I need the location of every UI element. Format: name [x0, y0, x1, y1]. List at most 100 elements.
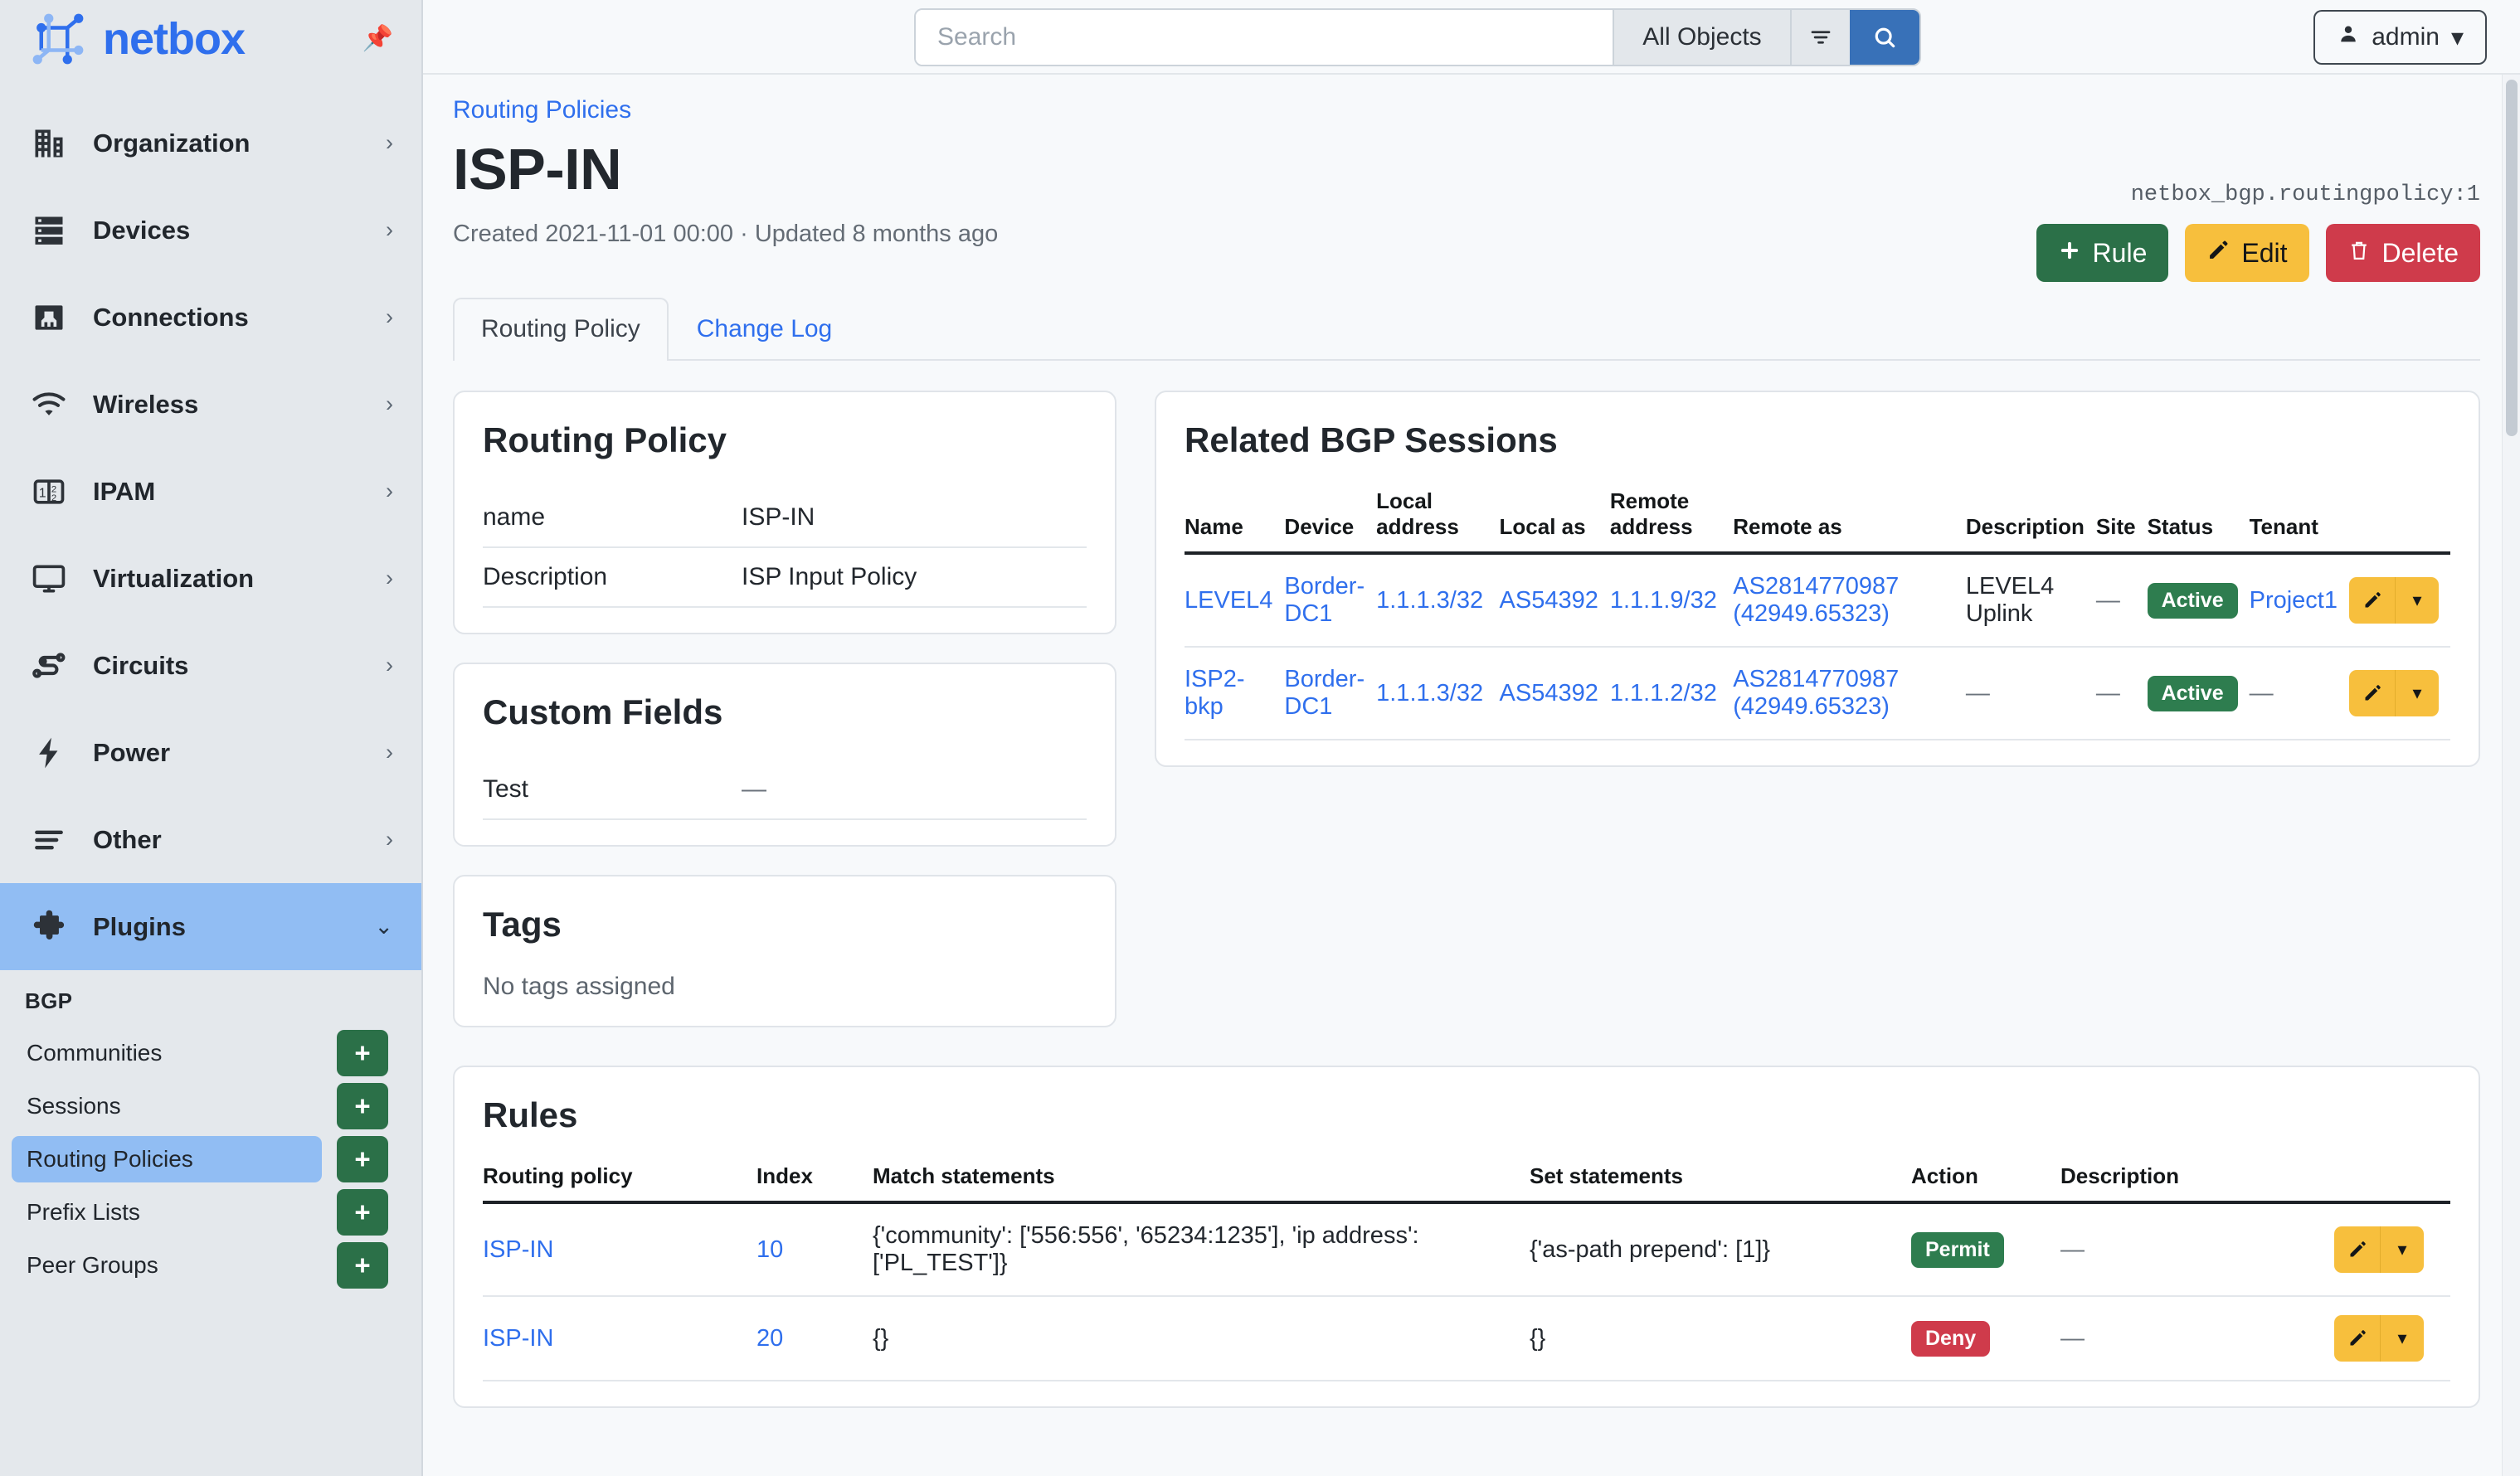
- sidebar-item-ipam[interactable]: 122 IPAM ›: [0, 448, 421, 535]
- row-menu-caret-icon[interactable]: ▾: [2381, 1226, 2424, 1273]
- sidebar-item-prefix-lists[interactable]: Prefix Lists: [12, 1189, 322, 1236]
- row-edit-button[interactable]: [2349, 577, 2396, 624]
- row-menu-caret-icon[interactable]: ▾: [2396, 670, 2439, 716]
- search-input[interactable]: [916, 10, 1613, 65]
- svg-text:2: 2: [51, 493, 56, 503]
- user-menu-button[interactable]: admin ▾: [2313, 10, 2487, 65]
- session-tenant-link[interactable]: Project1: [2250, 587, 2338, 614]
- column-header-name[interactable]: Name: [1185, 488, 1285, 555]
- sidebar-item-organization[interactable]: Organization ›: [0, 100, 421, 187]
- column-header-action[interactable]: Action: [1911, 1163, 2060, 1204]
- delete-button[interactable]: Delete: [2325, 224, 2480, 282]
- card-title: Routing Policy: [483, 420, 727, 459]
- search-icon[interactable]: [1850, 10, 1919, 65]
- sidebar-item-plugins[interactable]: Plugins ⌄: [0, 883, 421, 970]
- action-badge: Deny: [1911, 1320, 1991, 1357]
- sidebar-item-sessions[interactable]: Sessions: [12, 1083, 322, 1129]
- sidebar-item-connections[interactable]: Connections ›: [0, 274, 421, 361]
- column-header-local-address[interactable]: Local address: [1376, 488, 1500, 555]
- edit-button[interactable]: Edit: [2185, 224, 2309, 282]
- sidebar-item-power[interactable]: Power ›: [0, 709, 421, 796]
- card-title: Custom Fields: [483, 692, 723, 731]
- breadcrumb[interactable]: Routing Policies: [453, 96, 631, 124]
- session-name-link[interactable]: ISP2-bkp: [1185, 666, 1245, 720]
- column-header-site[interactable]: Site: [2095, 488, 2148, 555]
- page-content: Routing Policies netbox_bgp.routingpolic…: [423, 75, 2520, 1476]
- column-header-device[interactable]: Device: [1284, 488, 1377, 555]
- column-header-index[interactable]: Index: [756, 1163, 873, 1204]
- add-rule-button[interactable]: Rule: [2036, 224, 2169, 282]
- sidebar-item-communities[interactable]: Communities: [12, 1030, 322, 1076]
- column-header-description[interactable]: Description: [1965, 488, 2096, 555]
- filter-icon[interactable]: [1790, 10, 1850, 65]
- sidebar-item-devices[interactable]: Devices ›: [0, 187, 421, 274]
- session-local-address-link[interactable]: 1.1.1.3/32: [1376, 680, 1483, 706]
- add-routing-policy-button[interactable]: +: [337, 1136, 388, 1182]
- sidebar-item-wireless[interactable]: Wireless ›: [0, 361, 421, 448]
- search-scope-select[interactable]: All Objects: [1613, 10, 1790, 65]
- column-header-match-statements[interactable]: Match statements: [873, 1163, 1530, 1204]
- rule-index-link[interactable]: 10: [756, 1236, 783, 1263]
- row-menu-caret-icon[interactable]: ▾: [2396, 577, 2439, 624]
- rule-routing-policy-link[interactable]: ISP-IN: [483, 1236, 553, 1263]
- row-edit-button[interactable]: [2349, 670, 2396, 716]
- column-header-local-as[interactable]: Local as: [1499, 488, 1610, 555]
- delete-label: Delete: [2381, 237, 2459, 268]
- column-header-status[interactable]: Status: [2147, 488, 2250, 555]
- add-session-button[interactable]: +: [337, 1083, 388, 1129]
- page-scrollbar[interactable]: [2502, 75, 2520, 1476]
- session-device-link[interactable]: Border-DC1: [1284, 666, 1365, 720]
- sidebar-item-circuits[interactable]: Circuits ›: [0, 622, 421, 709]
- add-peer-group-button[interactable]: +: [337, 1242, 388, 1289]
- session-remote-address-link[interactable]: 1.1.1.9/32: [1610, 587, 1717, 614]
- session-name-link[interactable]: LEVEL4: [1185, 587, 1272, 614]
- sidebar-item-routing-policies[interactable]: Routing Policies: [12, 1136, 322, 1182]
- column-header-routing-policy[interactable]: Routing policy: [483, 1163, 756, 1204]
- rule-set-statements: {}: [1530, 1296, 1911, 1381]
- column-header-remote-as[interactable]: Remote as: [1733, 488, 1966, 555]
- row-edit-button[interactable]: [2334, 1226, 2381, 1273]
- session-local-address-link[interactable]: 1.1.1.3/32: [1376, 587, 1483, 614]
- brand[interactable]: netbox 📌: [0, 0, 421, 78]
- rule-routing-policy-link[interactable]: ISP-IN: [483, 1325, 553, 1352]
- session-local-as-link[interactable]: AS54392: [1500, 587, 1598, 614]
- add-community-button[interactable]: +: [337, 1030, 388, 1076]
- row-menu-caret-icon[interactable]: ▾: [2381, 1315, 2424, 1362]
- session-remote-as-link[interactable]: AS2814770987 (42949.65323): [1733, 573, 1899, 627]
- session-remote-as-link[interactable]: AS2814770987 (42949.65323): [1733, 666, 1899, 720]
- scrollbar-thumb[interactable]: [2506, 80, 2518, 436]
- add-prefix-list-button[interactable]: +: [337, 1189, 388, 1236]
- pin-icon[interactable]: 📌: [362, 27, 393, 51]
- sidebar-nav: Organization › Devices › Connections › W…: [0, 78, 421, 970]
- row-edit-button[interactable]: [2334, 1315, 2381, 1362]
- sidebar-item-virtualization[interactable]: Virtualization ›: [0, 535, 421, 622]
- sidebar-item-label: Devices: [93, 215, 191, 245]
- sidebar-item-peer-groups[interactable]: Peer Groups: [12, 1242, 322, 1289]
- session-device-link[interactable]: Border-DC1: [1284, 573, 1365, 627]
- tab-routing-policy[interactable]: Routing Policy: [453, 298, 669, 361]
- session-remote-address-link[interactable]: 1.1.1.2/32: [1610, 680, 1717, 706]
- card-title: Rules: [483, 1095, 578, 1134]
- rule-description: —: [2060, 1296, 2334, 1381]
- sessions-table: Name Device Local address Local as Remot…: [1185, 488, 2450, 740]
- column-header-description[interactable]: Description: [2060, 1163, 2334, 1204]
- column-header-set-statements[interactable]: Set statements: [1530, 1163, 1911, 1204]
- tab-change-log[interactable]: Change Log: [669, 298, 860, 359]
- related-bgp-sessions-card: Related BGP Sessions Name Device Local a…: [1155, 391, 2480, 767]
- column-header-tenant[interactable]: Tenant: [2249, 488, 2349, 555]
- column-header-remote-address[interactable]: Remote address: [1609, 488, 1734, 555]
- chevron-right-icon: ›: [386, 304, 393, 329]
- tags-empty-note: No tags assigned: [483, 973, 675, 1000]
- sidebar-item-label: Wireless: [93, 389, 199, 419]
- column-header-actions: [2349, 488, 2450, 555]
- rule-index-link[interactable]: 20: [756, 1325, 783, 1352]
- plugin-row-prefix-lists: Prefix Lists +: [0, 1187, 421, 1238]
- lightning-icon: [30, 734, 68, 772]
- session-local-as-link[interactable]: AS54392: [1500, 680, 1598, 706]
- field-key: Description: [483, 563, 608, 590]
- add-rule-label: Rule: [2092, 237, 2148, 268]
- sidebar-item-other[interactable]: Other ›: [0, 796, 421, 883]
- row-actions: ▾: [2349, 577, 2439, 624]
- content-grid: Routing Policy name ISP-IN Description I…: [453, 391, 2480, 1056]
- rule-match-statements: {}: [873, 1296, 1530, 1381]
